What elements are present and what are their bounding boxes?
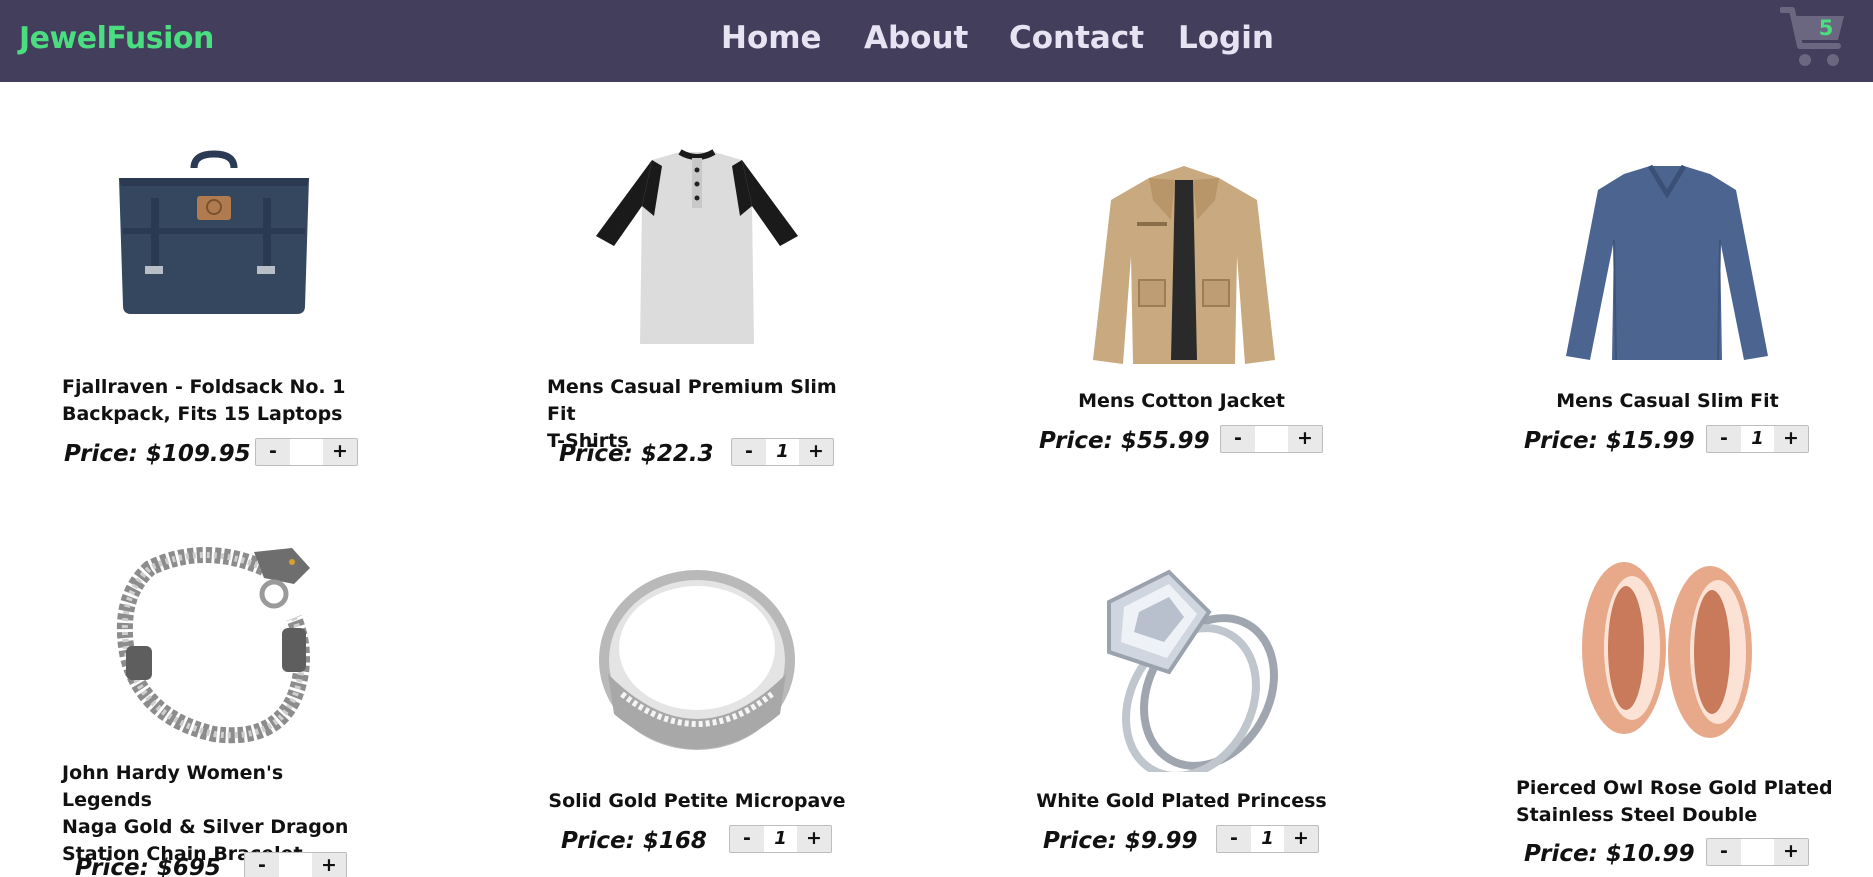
increase-qty-button[interactable]: + — [799, 439, 833, 465]
product-name[interactable]: Solid Gold Petite Micropave — [547, 788, 847, 815]
quantity-value[interactable] — [290, 439, 323, 465]
decrease-qty-button[interactable]: - — [730, 826, 764, 852]
quantity-value[interactable]: 1 — [1741, 426, 1774, 452]
quantity-value[interactable] — [279, 853, 312, 877]
quantity-value[interactable]: 1 — [766, 439, 799, 465]
product-price: Price: $15.99 — [1524, 428, 1695, 454]
product-price: Price: $55.99 — [1039, 428, 1210, 454]
quantity-stepper: - + — [255, 438, 358, 466]
quantity-stepper: - 1 + — [729, 825, 832, 853]
quantity-value[interactable]: 1 — [1251, 826, 1284, 852]
quantity-stepper: - + — [244, 852, 347, 877]
increase-qty-button[interactable]: + — [1288, 426, 1322, 452]
decrease-qty-button[interactable]: - — [245, 853, 279, 877]
nav-home-link[interactable]: Home — [721, 20, 822, 56]
quantity-stepper: - + — [1220, 425, 1323, 453]
product-price: Price: $695 — [75, 855, 221, 877]
increase-qty-button[interactable]: + — [312, 853, 346, 877]
increase-qty-button[interactable]: + — [1774, 839, 1808, 865]
quantity-stepper: - 1 + — [1706, 425, 1809, 453]
decrease-qty-button[interactable]: - — [1707, 839, 1741, 865]
product-price: Price: $168 — [561, 828, 707, 854]
decrease-qty-button[interactable]: - — [1217, 826, 1251, 852]
product-price: Price: $9.99 — [1043, 828, 1198, 854]
cart-button[interactable]: 5 — [1780, 6, 1848, 70]
quantity-stepper: - 1 + — [731, 438, 834, 466]
decrease-qty-button[interactable]: - — [1221, 426, 1255, 452]
product-price: Price: $109.95 — [64, 441, 251, 467]
shirt-image — [596, 149, 798, 344]
increase-qty-button[interactable]: + — [1284, 826, 1318, 852]
navbar: JewelFusion Home About Contact Login 5 — [0, 0, 1873, 82]
quantity-stepper: - 1 + — [1216, 825, 1319, 853]
nav-contact-link[interactable]: Contact — [1009, 20, 1144, 56]
increase-qty-button[interactable]: + — [1774, 426, 1808, 452]
quantity-value[interactable] — [1741, 839, 1774, 865]
main-nav: Home About Contact Login — [0, 20, 1873, 60]
bracelet-image — [116, 547, 310, 744]
product-name[interactable]: Fjallraven - Foldsack No. 1 Backpack, Fi… — [62, 374, 362, 428]
plug-earrings-image — [1582, 562, 1752, 738]
decrease-qty-button[interactable]: - — [256, 439, 290, 465]
decrease-qty-button[interactable]: - — [732, 439, 766, 465]
product-name[interactable]: Pierced Owl Rose Gold Plated Stainless S… — [1516, 775, 1836, 829]
quantity-stepper: - + — [1706, 838, 1809, 866]
product-name[interactable]: Mens Cotton Jacket — [1029, 388, 1334, 415]
nav-login-link[interactable]: Login — [1178, 20, 1274, 56]
nav-about-link[interactable]: About — [864, 20, 968, 56]
product-price: Price: $10.99 — [1524, 841, 1695, 867]
quantity-value[interactable]: 1 — [764, 826, 797, 852]
cart-count-badge: 5 — [1818, 16, 1834, 40]
increase-qty-button[interactable]: + — [797, 826, 831, 852]
long-sleeve-shirt-image — [1566, 164, 1768, 361]
backpack-image — [119, 150, 309, 314]
decrease-qty-button[interactable]: - — [1707, 426, 1741, 452]
product-price: Price: $22.3 — [559, 441, 714, 467]
product-name[interactable]: Mens Casual Slim Fit — [1515, 388, 1820, 415]
product-name[interactable]: White Gold Plated Princess — [1029, 788, 1334, 815]
princess-ring-image — [1107, 569, 1278, 772]
quantity-value[interactable] — [1255, 426, 1288, 452]
increase-qty-button[interactable]: + — [323, 439, 357, 465]
band-ring-image — [599, 570, 795, 750]
jacket-image — [1093, 166, 1275, 364]
